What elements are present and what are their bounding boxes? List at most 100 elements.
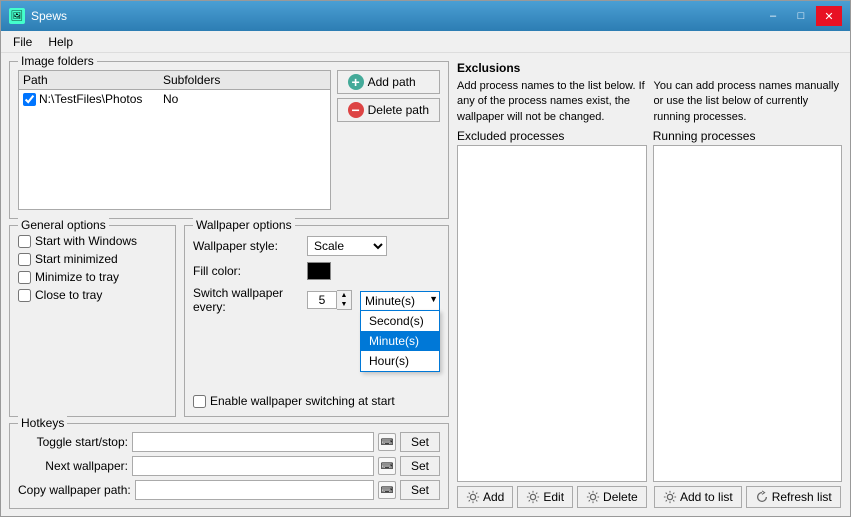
delete-excluded-button[interactable]: Delete bbox=[577, 486, 647, 508]
wallpaper-style-row: Wallpaper style: Scale Center Tile Stret… bbox=[193, 236, 440, 256]
add-excluded-button[interactable]: Add bbox=[457, 486, 513, 508]
wallpaper-options-title: Wallpaper options bbox=[193, 218, 295, 232]
image-folders-group: Image folders Path Subfolders N:\TestFil… bbox=[9, 61, 449, 219]
delete-path-button[interactable]: − Delete path bbox=[337, 98, 440, 122]
title-bar: 🖼 Spews – □ ✕ bbox=[1, 1, 850, 31]
refresh-list-button[interactable]: Refresh list bbox=[746, 486, 841, 508]
fill-color-label: Fill color: bbox=[193, 264, 303, 278]
start-windows-checkbox[interactable] bbox=[18, 235, 31, 248]
checkbox-start-windows: Start with Windows bbox=[18, 234, 167, 248]
checkbox-minimize-tray: Minimize to tray bbox=[18, 270, 167, 284]
col-subfolders-header: Subfolders bbox=[163, 73, 326, 87]
wallpaper-options-group: Wallpaper options Wallpaper style: Scale… bbox=[184, 225, 449, 417]
hotkey-copy-key-icon: ⌨ bbox=[378, 481, 396, 499]
refresh-icon bbox=[755, 490, 769, 504]
excluded-processes-list[interactable] bbox=[457, 145, 647, 482]
minimize-button[interactable]: – bbox=[760, 6, 786, 26]
hotkey-copy-input[interactable] bbox=[135, 480, 374, 500]
table-row[interactable]: N:\TestFiles\Photos No bbox=[19, 90, 330, 108]
right-panel: Exclusions Add process names to the list… bbox=[457, 61, 842, 508]
switch-every-label: Switch wallpaper every: bbox=[193, 286, 303, 314]
general-options-group: General options Start with Windows Start… bbox=[9, 225, 176, 417]
hotkey-next-key-icon: ⌨ bbox=[378, 457, 396, 475]
fill-color-box[interactable] bbox=[307, 262, 331, 280]
folder-checkbox[interactable] bbox=[23, 93, 36, 106]
general-options-title: General options bbox=[18, 218, 109, 232]
add-to-list-button[interactable]: Add to list bbox=[654, 486, 742, 508]
start-windows-label: Start with Windows bbox=[35, 234, 137, 248]
wallpaper-style-label: Wallpaper style: bbox=[193, 239, 303, 253]
option-minutes[interactable]: Minute(s) bbox=[361, 331, 439, 351]
switch-spinner: ▲ ▼ bbox=[307, 290, 352, 310]
option-hours[interactable]: Hour(s) bbox=[361, 351, 439, 371]
menu-file[interactable]: File bbox=[5, 33, 40, 51]
unit-dropdown-popup: Second(s) Minute(s) Hour(s) bbox=[360, 310, 440, 372]
checkbox-close-tray: Close to tray bbox=[18, 288, 167, 302]
hotkey-next-input[interactable] bbox=[132, 456, 374, 476]
option-seconds[interactable]: Second(s) bbox=[361, 311, 439, 331]
excluded-processes-actions: Add Edit bbox=[457, 486, 647, 508]
delete-gear-icon bbox=[586, 490, 600, 504]
exclusions-title: Exclusions bbox=[457, 61, 842, 75]
running-processes-title: Running processes bbox=[653, 129, 842, 143]
title-bar-left: 🖼 Spews bbox=[9, 8, 67, 24]
app-icon: 🖼 bbox=[9, 8, 25, 24]
edit-gear-icon bbox=[526, 490, 540, 504]
window-title: Spews bbox=[31, 9, 67, 23]
menu-help[interactable]: Help bbox=[40, 33, 81, 51]
exclusions-right-desc: You can add process names manually or us… bbox=[654, 79, 843, 125]
start-minimized-checkbox[interactable] bbox=[18, 253, 31, 266]
bottom-options: General options Start with Windows Start… bbox=[9, 225, 449, 417]
enable-switching-label: Enable wallpaper switching at start bbox=[210, 394, 395, 408]
hotkey-toggle-key-icon: ⌨ bbox=[378, 433, 396, 451]
table-header: Path Subfolders bbox=[19, 71, 330, 90]
enable-switching-checkbox[interactable] bbox=[193, 395, 206, 408]
image-folders-title: Image folders bbox=[18, 54, 97, 68]
spinner-buttons: ▲ ▼ bbox=[337, 290, 352, 310]
add-to-list-gear-icon bbox=[663, 490, 677, 504]
spinner-down[interactable]: ▼ bbox=[337, 300, 351, 309]
left-panel: Image folders Path Subfolders N:\TestFil… bbox=[9, 61, 449, 508]
maximize-button[interactable]: □ bbox=[788, 6, 814, 26]
exclusions-panels: Excluded processes Add bbox=[457, 129, 842, 508]
hotkey-copy-label: Copy wallpaper path: bbox=[18, 483, 131, 497]
hotkey-copy-set-button[interactable]: Set bbox=[400, 480, 440, 500]
hotkeys-title: Hotkeys bbox=[18, 416, 67, 430]
folder-path-cell: N:\TestFiles\Photos bbox=[23, 92, 163, 106]
hotkey-toggle-row: Toggle start/stop: ⌨ Set bbox=[18, 432, 440, 452]
col-path-header: Path bbox=[23, 73, 163, 87]
spinner-up[interactable]: ▲ bbox=[337, 291, 351, 300]
wallpaper-style-select[interactable]: Scale Center Tile Stretch Fit Fill bbox=[307, 236, 387, 256]
close-tray-checkbox[interactable] bbox=[18, 289, 31, 302]
running-processes-list[interactable] bbox=[653, 145, 842, 482]
unit-select[interactable]: Minute(s) bbox=[360, 291, 440, 310]
right-panel-inner: Exclusions Add process names to the list… bbox=[457, 61, 842, 508]
exclusions-desc-row: Add process names to the list below. If … bbox=[457, 79, 842, 125]
close-button[interactable]: ✕ bbox=[816, 6, 842, 26]
minimize-tray-label: Minimize to tray bbox=[35, 270, 119, 284]
title-bar-controls: – □ ✕ bbox=[760, 6, 842, 26]
folder-actions: + Add path − Delete path bbox=[337, 70, 440, 210]
hotkey-toggle-label: Toggle start/stop: bbox=[18, 435, 128, 449]
hotkey-toggle-set-button[interactable]: Set bbox=[400, 432, 440, 452]
hotkey-toggle-input[interactable] bbox=[132, 432, 374, 452]
minimize-tray-checkbox[interactable] bbox=[18, 271, 31, 284]
running-processes-actions: Add to list Refresh list bbox=[653, 486, 842, 508]
add-path-button[interactable]: + Add path bbox=[337, 70, 440, 94]
exclusions-left-desc: Add process names to the list below. If … bbox=[457, 79, 646, 125]
add-icon: + bbox=[348, 74, 364, 90]
main-window: 🖼 Spews – □ ✕ File Help Image folders Pa… bbox=[0, 0, 851, 517]
fill-color-row: Fill color: bbox=[193, 262, 440, 280]
switch-every-row: Switch wallpaper every: ▲ ▼ Minute(s) bbox=[193, 286, 440, 314]
image-folders-content: Path Subfolders N:\TestFiles\Photos No bbox=[18, 70, 440, 210]
start-minimized-label: Start minimized bbox=[35, 252, 118, 266]
switch-value-input[interactable] bbox=[307, 291, 337, 309]
unit-dropdown-wrap: Minute(s) ▼ Second(s) Minute(s) Hour(s) bbox=[360, 291, 440, 310]
hotkey-next-set-button[interactable]: Set bbox=[400, 456, 440, 476]
running-processes-col: Running processes Add to list bbox=[653, 129, 842, 508]
main-content: Image folders Path Subfolders N:\TestFil… bbox=[1, 53, 850, 516]
folder-subfolders-cell: No bbox=[163, 92, 326, 106]
close-tray-label: Close to tray bbox=[35, 288, 102, 302]
edit-excluded-button[interactable]: Edit bbox=[517, 486, 573, 508]
hotkey-copy-row: Copy wallpaper path: ⌨ Set bbox=[18, 480, 440, 500]
